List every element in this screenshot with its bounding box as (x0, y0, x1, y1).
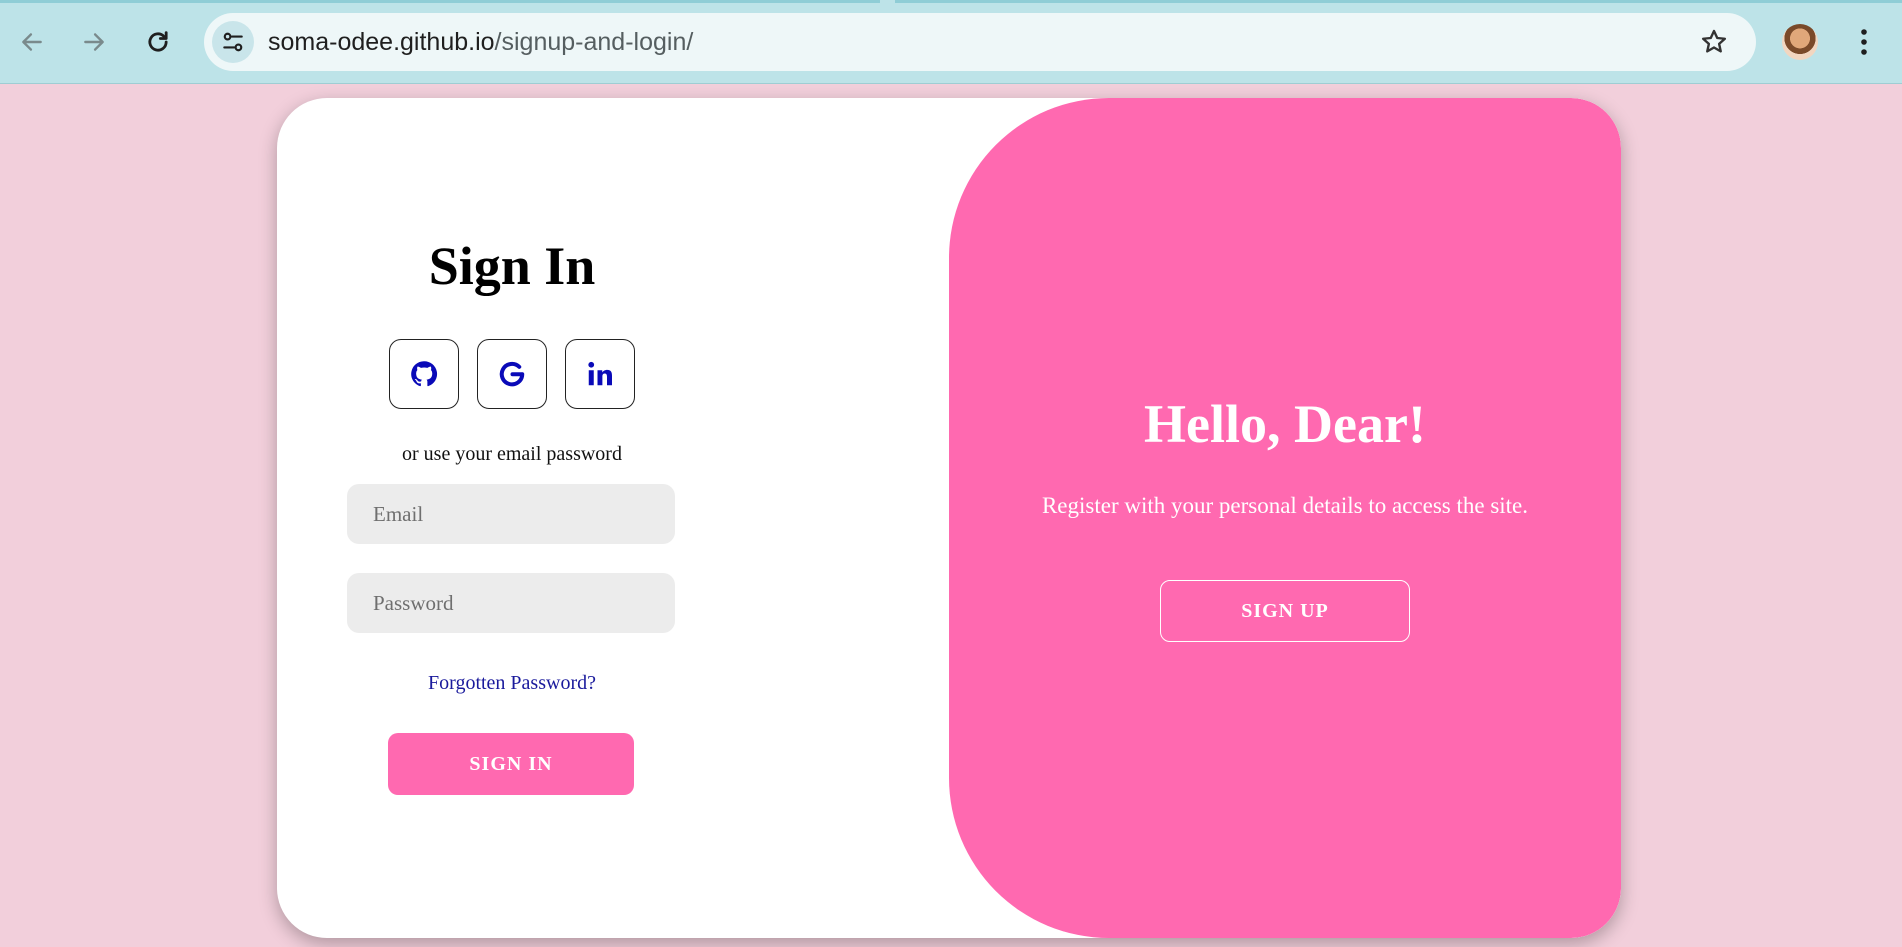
or-use-email-text: or use your email password (402, 443, 622, 465)
tab-strip-edge (0, 0, 1902, 3)
social-login-row (389, 339, 635, 409)
reload-icon (148, 31, 168, 52)
github-login-button[interactable] (389, 339, 459, 409)
arrow-left-icon (22, 33, 42, 51)
url-path: /signup-and-login/ (494, 28, 694, 56)
reload-button[interactable] (138, 22, 178, 62)
url-domain: soma-odee.github.io (268, 28, 495, 56)
kebab-menu-icon (1861, 29, 1867, 55)
tab-edge-left (0, 0, 880, 3)
signin-panel: Sign In or use your email password Email… (277, 98, 949, 938)
hello-panel: Hello, Dear! Register with your personal… (949, 98, 1621, 938)
avatar[interactable] (1782, 24, 1818, 60)
tune-icon (223, 32, 243, 52)
site-info-button[interactable] (212, 21, 254, 63)
forward-button[interactable] (74, 22, 114, 62)
signin-title: Sign In (428, 236, 596, 296)
address-bar[interactable]: soma-odee.github.io/signup-and-login/ (204, 13, 1756, 71)
linkedin-login-button[interactable] (565, 339, 635, 409)
linkedin-icon (588, 361, 612, 386)
sign-in-button[interactable]: SIGN IN (388, 733, 634, 795)
browser-menu-button[interactable] (1848, 22, 1880, 62)
sign-up-button[interactable]: SIGN UP (1160, 580, 1410, 642)
google-icon (499, 361, 525, 387)
star-icon (1701, 29, 1727, 53)
hello-description: Register with your personal details to a… (1041, 493, 1529, 518)
forgot-password-link[interactable]: Forgotten Password? (277, 672, 747, 695)
bookmark-button[interactable] (1698, 26, 1730, 58)
url-text[interactable]: soma-odee.github.io/signup-and-login/ (268, 13, 693, 71)
github-icon (411, 361, 438, 387)
password-field[interactable] (347, 573, 675, 633)
back-button[interactable] (12, 22, 52, 62)
auth-card: Sign In or use your email password Email… (277, 98, 1621, 938)
google-login-button[interactable] (477, 339, 547, 409)
arrow-right-icon (84, 33, 104, 51)
tab-edge-right (895, 0, 1902, 3)
browser-toolbar: soma-odee.github.io/signup-and-login/ (0, 0, 1902, 84)
email-field[interactable] (347, 484, 675, 544)
hello-title: Hello, Dear! (1144, 394, 1426, 454)
